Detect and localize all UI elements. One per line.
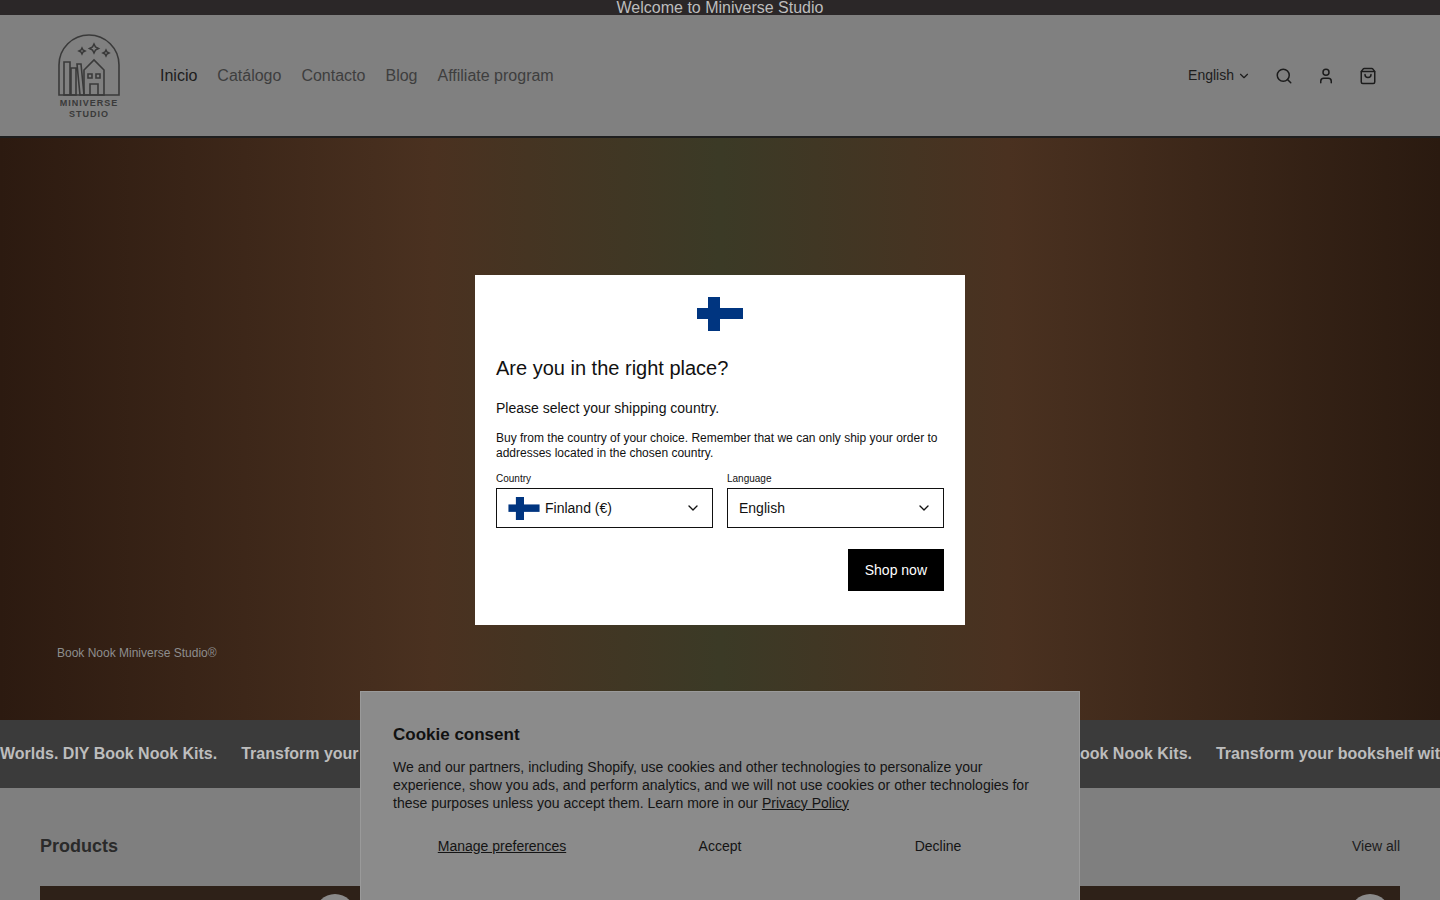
modal-note: Buy from the country of your choice. Rem… (496, 431, 944, 461)
modal-title: Are you in the right place? (496, 355, 944, 381)
privacy-link[interactable]: Privacy Policy (762, 795, 849, 811)
cookie-text: We and our partners, including Shopify, … (393, 758, 1047, 812)
cookie-button[interactable]: Decline (829, 836, 1047, 857)
cookie-buttons: Manage preferencesAcceptDecline (393, 836, 1047, 857)
search-icon[interactable] (1275, 67, 1293, 85)
cookie-button[interactable]: Manage preferences (393, 836, 611, 857)
marquee-right: Y Book Nook Kits.Transform your bookshel… (1054, 742, 1440, 766)
products-title: Products (40, 833, 118, 860)
nav-item[interactable]: Contacto (301, 64, 365, 88)
product-card[interactable] (40, 886, 365, 900)
language-selector[interactable]: English (1188, 65, 1251, 86)
logo-line1: MINIVERSE (60, 98, 119, 109)
wishlist-button[interactable] (315, 894, 355, 900)
main-nav: Inicio Catálogo Contacto Blog Affiliate prog… (160, 64, 554, 88)
cookie-banner: Cookie consent We and our partners, inclu… (360, 691, 1080, 900)
cookie-title: Cookie consent (393, 722, 1047, 748)
marquee-text: Transform your bookshelf wit (1216, 742, 1440, 766)
country-modal: Are you in the right place? Please select… (475, 275, 965, 625)
language-label: Language (727, 473, 944, 485)
wishlist-button[interactable] (1350, 894, 1390, 900)
chevron-down-icon (916, 500, 932, 516)
nav-item[interactable]: Catálogo (217, 64, 281, 88)
chevron-down-icon (685, 500, 701, 516)
header-actions: English (1188, 65, 1377, 86)
logo[interactable]: MINIVERSESTUDIO (55, 32, 123, 119)
modal-fields: Country Finland (€) Language English (496, 473, 944, 528)
country-select[interactable]: Finland (€) (496, 488, 713, 528)
modal-subtitle: Please select your shipping country. (496, 398, 944, 419)
nav-item[interactable]: Affiliate program (437, 64, 553, 88)
country-label: Country (496, 473, 713, 485)
language-select[interactable]: English (727, 488, 944, 528)
shop-now-button[interactable]: Shop now (848, 549, 944, 591)
cart-icon[interactable] (1359, 67, 1377, 85)
page: Welcome to Miniverse StudioMINIVERSESTUD… (0, 0, 1440, 900)
finland-flag-icon (697, 297, 743, 331)
announcement-bar: Welcome to Miniverse Studio (0, 0, 1440, 15)
marquee-text: Worlds. DIY Book Nook Kits. (0, 742, 217, 766)
logo-icon (56, 32, 122, 96)
hero-caption: Book Nook Miniverse Studio® (57, 644, 217, 662)
chevron-down-icon (1237, 69, 1251, 83)
view-all-link[interactable]: View all (1352, 836, 1400, 857)
account-icon[interactable] (1317, 67, 1335, 85)
cookie-button[interactable]: Accept (611, 836, 829, 857)
marquee-left: Worlds. DIY Book Nook Kits.Transform you… (0, 742, 383, 766)
announcement-text: Welcome to Miniverse Studio (617, 0, 824, 15)
nav-item[interactable]: Inicio (160, 64, 197, 88)
finland-flag-icon (508, 497, 540, 520)
logo-line2: STUDIO (69, 109, 109, 119)
header: MINIVERSESTUDIO Inicio Catálogo Contacto Blo… (0, 15, 1440, 138)
nav-item[interactable]: Blog (385, 64, 417, 88)
product-card[interactable] (1075, 886, 1400, 900)
